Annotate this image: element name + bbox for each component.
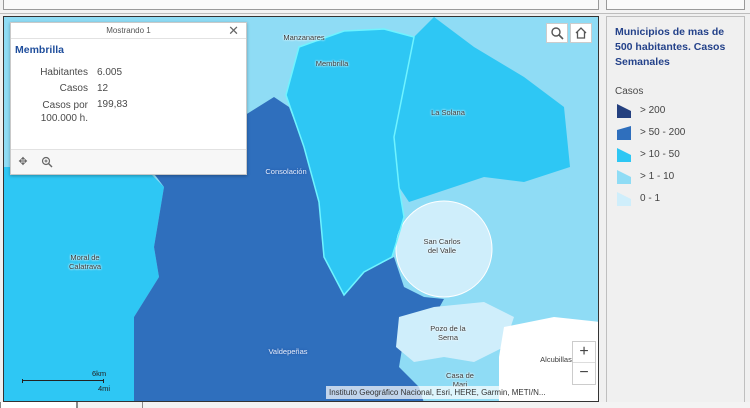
field-value: 6.005 bbox=[97, 67, 123, 78]
scale-mi-label: 4mi bbox=[98, 384, 111, 393]
zoom-to-icon[interactable] bbox=[41, 156, 53, 168]
popup-title: Membrilla bbox=[15, 44, 65, 56]
field-label: Casos por 100.000 h. bbox=[40, 100, 88, 124]
top-panel-edge-right bbox=[606, 0, 745, 10]
zoom-in-button[interactable]: + bbox=[573, 342, 595, 363]
place-label-consolacion: Consolación bbox=[265, 167, 307, 176]
legend-item: 0 - 1 bbox=[615, 189, 736, 211]
scale-bar: 6km 4mi bbox=[20, 369, 110, 395]
scale-bar-line bbox=[22, 379, 104, 383]
field-label: Casos bbox=[59, 83, 88, 94]
legend-swatch-50-200 bbox=[617, 126, 631, 140]
legend-swatch-10-50 bbox=[617, 148, 631, 162]
legend-panel: Municipios de mas de 500 habitantes. Cas… bbox=[606, 16, 745, 404]
bottom-tab[interactable] bbox=[0, 402, 77, 408]
bottom-tab[interactable] bbox=[77, 402, 143, 408]
scale-km-label: 6km bbox=[92, 369, 107, 378]
legend-title: Municipios de mas de 500 habitantes. Cas… bbox=[615, 26, 726, 68]
place-label-la-solana: La Solana bbox=[431, 108, 465, 117]
legend-label: > 50 - 200 bbox=[640, 127, 686, 138]
place-label-san-carlos-del-valle: San Carlos del Valle bbox=[423, 237, 461, 255]
legend-label: > 1 - 10 bbox=[640, 171, 675, 182]
legend-label: > 10 - 50 bbox=[640, 149, 680, 160]
legend-swatch-0-1 bbox=[617, 192, 631, 206]
search-icon[interactable] bbox=[546, 23, 568, 43]
place-label-moral-de-calatrava: Moral de Calatrava bbox=[68, 253, 102, 271]
popup-field-row: Casos 12 bbox=[11, 83, 246, 99]
legend-swatch-over-200 bbox=[617, 104, 631, 118]
legend-swatch-1-10 bbox=[617, 170, 631, 184]
feature-popup: Mostrando 1 ✕ Membrilla Habitantes 6.005… bbox=[10, 22, 247, 175]
place-label-manzanares: Manzanares bbox=[283, 33, 325, 42]
zoom-out-button[interactable]: − bbox=[573, 363, 595, 384]
legend-item: > 1 - 10 bbox=[615, 167, 736, 189]
close-icon[interactable]: ✕ bbox=[228, 23, 239, 38]
field-value: 199,83 bbox=[97, 99, 128, 110]
legend-label: > 200 bbox=[640, 105, 666, 116]
place-label-pozo-de-la-serna: Pozo de la Serna bbox=[430, 324, 466, 342]
popup-field-row: Habitantes 6.005 bbox=[11, 67, 246, 83]
field-label: Habitantes bbox=[40, 67, 88, 78]
home-icon[interactable] bbox=[570, 23, 592, 43]
popup-count-label: Mostrando 1 bbox=[106, 26, 151, 35]
place-label-membrilla: Membrilla bbox=[315, 59, 349, 68]
legend-items: > 200 > 50 - 200 > 10 - 50 > 1 - 10 0 - … bbox=[615, 101, 736, 211]
legend-item: > 200 bbox=[615, 101, 736, 123]
legend-label: 0 - 1 bbox=[640, 193, 661, 204]
legend-item: > 10 - 50 bbox=[615, 145, 736, 167]
place-label-alcubillas: Alcubillas bbox=[540, 355, 572, 364]
field-value: 12 bbox=[97, 83, 109, 94]
place-label-valdepenas: Valdepeñas bbox=[268, 347, 308, 356]
legend-item: > 50 - 200 bbox=[615, 123, 736, 145]
popup-field-row: Casos por 100.000 h. 199,83 bbox=[11, 99, 246, 127]
popup-header: Mostrando 1 ✕ bbox=[11, 23, 246, 39]
popup-fields: Habitantes 6.005 Casos 12 Casos por 100.… bbox=[11, 67, 246, 127]
move-icon[interactable]: ✥ bbox=[17, 156, 29, 168]
zoom-controls: + − bbox=[572, 341, 596, 385]
map-view[interactable]: Manzanares Membrilla La Solana Consolaci… bbox=[3, 16, 599, 402]
map-attribution[interactable]: Instituto Geográfico Nacional, Esri, HER… bbox=[326, 386, 598, 399]
top-panel-edge bbox=[3, 0, 599, 10]
legend-subtitle: Casos bbox=[615, 86, 644, 97]
popup-actions: ✥ bbox=[11, 149, 246, 174]
top-toolbar-strip bbox=[0, 0, 750, 14]
bottom-tab-strip bbox=[0, 402, 750, 408]
